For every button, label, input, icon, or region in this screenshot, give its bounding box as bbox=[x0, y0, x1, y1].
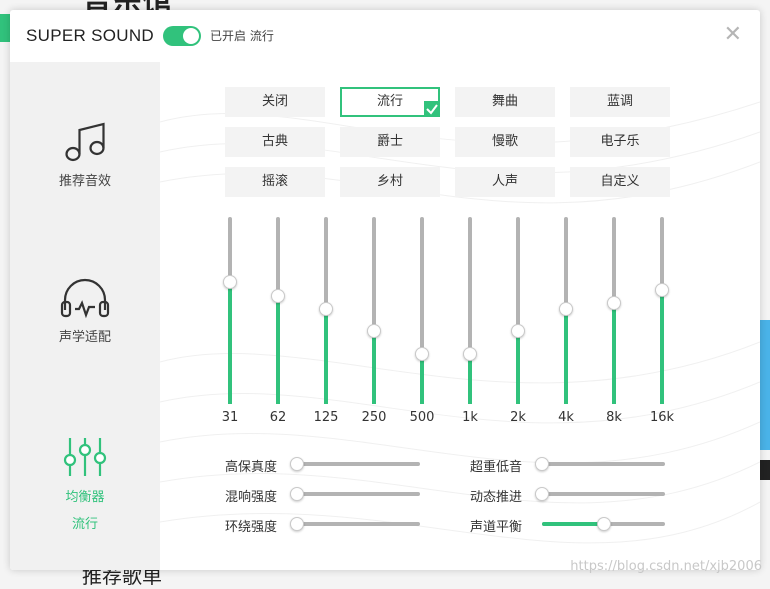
eq-slider-handle[interactable] bbox=[463, 347, 477, 361]
eq-fill bbox=[468, 354, 472, 404]
sidebar-item-acoustic-adaptation[interactable]: 声学适配 bbox=[10, 276, 160, 345]
effect-fill-balance bbox=[542, 522, 604, 526]
music-note-icon bbox=[65, 122, 105, 162]
effect-label-dynamic: 动态推进 bbox=[470, 490, 523, 505]
effect-label-bass: 超重低音 bbox=[470, 460, 523, 475]
super-sound-dialog: SUPER SOUND 已开启 流行 ✕ 推荐音效 声学适配 均衡器 流行 关闭… bbox=[10, 10, 760, 570]
effect-slider-surround[interactable] bbox=[290, 517, 304, 531]
title-bar: SUPER SOUND 已开启 流行 ✕ bbox=[10, 10, 760, 62]
preset-label: 流行 bbox=[376, 94, 403, 109]
eq-band: 2k bbox=[503, 217, 533, 442]
equalizer-panel: 关闭 流行 舞曲 蓝调 古典 爵士 慢歌 电子乐 摇滚 乡村 人声 自定义 31… bbox=[160, 62, 760, 570]
eq-band: 62 bbox=[263, 217, 293, 442]
eq-slider-handle[interactable] bbox=[511, 324, 525, 338]
sidebar-item-label: 声学适配 bbox=[58, 330, 111, 345]
effect-track-reverb bbox=[297, 492, 420, 496]
eq-fill bbox=[660, 290, 664, 404]
preset-button[interactable]: 慢歌 bbox=[455, 127, 555, 157]
sidebar-item-sublabel: 流行 bbox=[71, 517, 98, 532]
eq-band-label: 500 bbox=[409, 410, 435, 425]
preset-button[interactable]: 乡村 bbox=[340, 167, 440, 197]
effect-slider-balance[interactable] bbox=[597, 517, 611, 531]
preset-button[interactable]: 摇滚 bbox=[225, 167, 325, 197]
equalizer-icon bbox=[63, 438, 107, 476]
eq-slider-handle[interactable] bbox=[319, 302, 333, 316]
preset-button[interactable]: 人声 bbox=[455, 167, 555, 197]
eq-fill bbox=[612, 303, 616, 404]
effect-track-bass bbox=[542, 462, 665, 466]
watermark: https://blog.csdn.net/xjb2006 bbox=[570, 559, 762, 574]
preset-button[interactable]: 自定义 bbox=[570, 167, 670, 197]
eq-slider-handle[interactable] bbox=[655, 283, 669, 297]
effect-slider-dynamic[interactable] bbox=[535, 487, 549, 501]
eq-band-label: 62 bbox=[269, 410, 287, 425]
preset-button[interactable]: 舞曲 bbox=[455, 87, 555, 117]
background-accent bbox=[0, 14, 10, 42]
eq-slider-handle[interactable] bbox=[559, 302, 573, 316]
eq-band: 500 bbox=[407, 217, 437, 442]
effect-slider-bass[interactable] bbox=[535, 457, 549, 471]
sound-toggle[interactable] bbox=[163, 26, 201, 46]
eq-fill bbox=[324, 309, 328, 404]
eq-band-label: 31 bbox=[221, 410, 239, 425]
eq-band: 4k bbox=[551, 217, 581, 442]
preset-button[interactable]: 蓝调 bbox=[570, 87, 670, 117]
checkmark-icon bbox=[424, 101, 440, 117]
sidebar-item-label: 推荐音效 bbox=[58, 174, 111, 189]
preset-button[interactable]: 爵士 bbox=[340, 127, 440, 157]
sidebar-item-recommended-effects[interactable]: 推荐音效 bbox=[10, 120, 160, 189]
effect-label-reverb: 混响强度 bbox=[225, 490, 278, 505]
effect-track-hifi bbox=[297, 462, 420, 466]
toggle-knob bbox=[183, 28, 199, 44]
eq-band-label: 250 bbox=[361, 410, 387, 425]
sidebar-item-label: 均衡器 bbox=[65, 490, 105, 505]
status-text: 已开启 流行 bbox=[210, 29, 274, 43]
eq-band: 16k bbox=[647, 217, 677, 442]
eq-band-label: 2k bbox=[510, 410, 526, 425]
eq-band-label: 8k bbox=[606, 410, 622, 425]
effect-label-hifi: 高保真度 bbox=[225, 460, 278, 475]
eq-fill bbox=[420, 354, 424, 404]
eq-band-label: 4k bbox=[558, 410, 574, 425]
eq-band: 8k bbox=[599, 217, 629, 442]
effect-track-dynamic bbox=[542, 492, 665, 496]
eq-band: 1k bbox=[455, 217, 485, 442]
eq-fill bbox=[516, 331, 520, 404]
eq-fill bbox=[276, 296, 280, 404]
preset-button[interactable]: 古典 bbox=[225, 127, 325, 157]
eq-band: 31 bbox=[215, 217, 245, 442]
effect-label-balance: 声道平衡 bbox=[470, 520, 523, 535]
eq-slider-handle[interactable] bbox=[271, 289, 285, 303]
headphones-icon bbox=[60, 278, 110, 319]
sidebar: 推荐音效 声学适配 均衡器 流行 bbox=[10, 62, 160, 570]
eq-band-label: 16k bbox=[649, 410, 675, 425]
eq-band: 125 bbox=[311, 217, 341, 442]
eq-slider-handle[interactable] bbox=[415, 347, 429, 361]
eq-slider-handle[interactable] bbox=[367, 324, 381, 338]
eq-fill bbox=[564, 309, 568, 404]
close-icon[interactable]: ✕ bbox=[724, 24, 742, 46]
preset-button-selected[interactable]: 流行 bbox=[340, 87, 440, 117]
effect-label-surround: 环绕强度 bbox=[225, 520, 278, 535]
preset-button[interactable]: 电子乐 bbox=[570, 127, 670, 157]
eq-slider-handle[interactable] bbox=[607, 296, 621, 310]
sidebar-item-equalizer[interactable]: 均衡器 流行 bbox=[10, 434, 160, 532]
eq-slider-handle[interactable] bbox=[223, 275, 237, 289]
effect-slider-reverb[interactable] bbox=[290, 487, 304, 501]
eq-band-label: 125 bbox=[313, 410, 339, 425]
effect-track-surround bbox=[297, 522, 420, 526]
eq-band: 250 bbox=[359, 217, 389, 442]
eq-fill bbox=[372, 331, 376, 404]
eq-fill bbox=[228, 282, 232, 404]
eq-band-label: 1k bbox=[462, 410, 478, 425]
effect-slider-hifi[interactable] bbox=[290, 457, 304, 471]
preset-button[interactable]: 关闭 bbox=[225, 87, 325, 117]
app-title: SUPER SOUND bbox=[26, 26, 154, 45]
